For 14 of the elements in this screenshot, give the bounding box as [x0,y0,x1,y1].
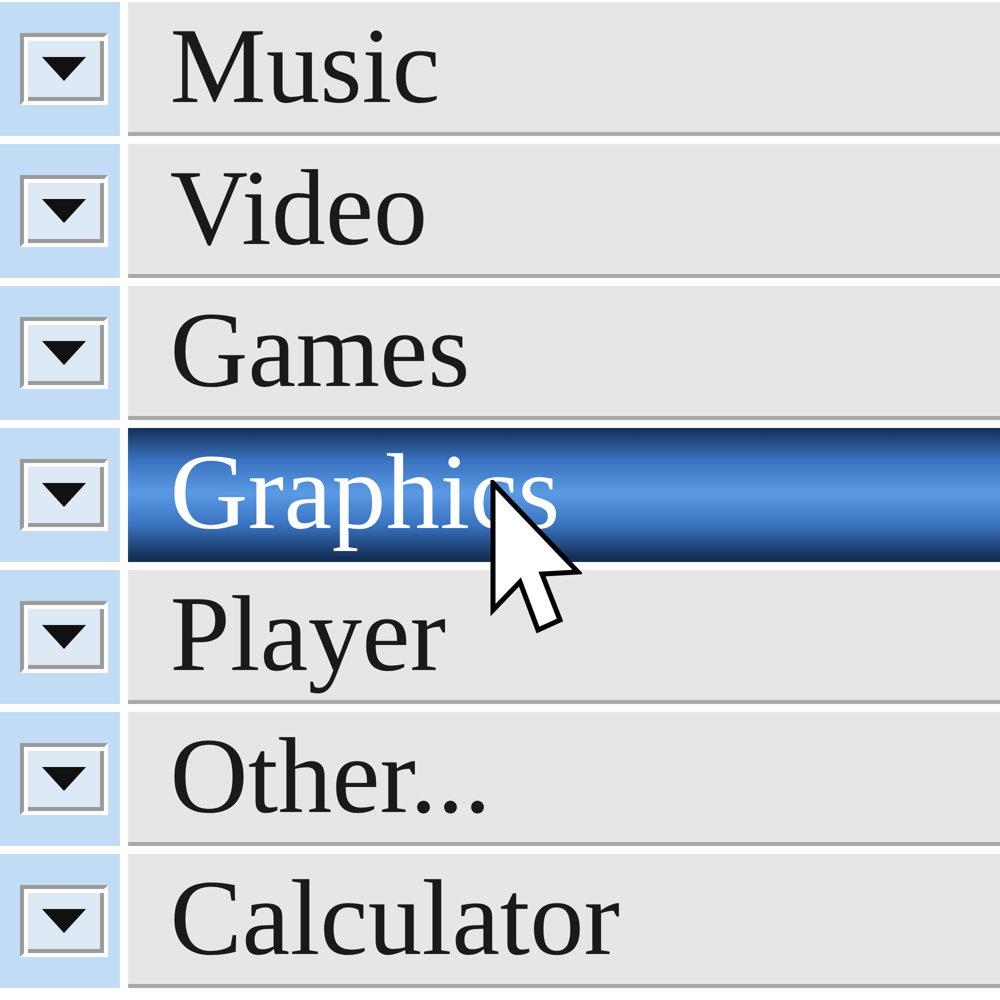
caret-icon [42,767,86,791]
caret-icon [42,199,86,223]
caret-icon [42,341,86,365]
menu-item[interactable]: Calculator [128,854,1000,988]
menu-item[interactable]: Video [128,144,1000,278]
menu-item[interactable]: Player [128,570,1000,704]
caret-icon [42,483,86,507]
menu-item[interactable]: Games [128,286,1000,420]
caret-icon [42,909,86,933]
caret-icon [42,625,86,649]
menu-item[interactable]: Other... [128,712,1000,846]
caret-icon [42,57,86,81]
menu-item[interactable]: Music [128,2,1000,136]
menu-item[interactable]: Graphics [128,428,1000,562]
